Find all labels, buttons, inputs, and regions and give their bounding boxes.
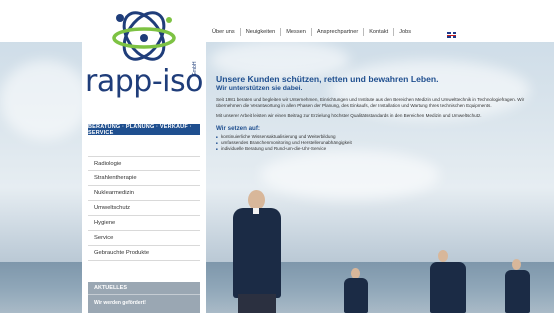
news-title: AKTUELLES <box>88 282 200 295</box>
nav-ueber-uns[interactable]: Über uns <box>208 28 241 36</box>
top-navigation: Über uns Neuigkeiten Messen Ansprechpart… <box>208 28 416 36</box>
list-item: individuelle Beratung und Rund-um-die-Uh… <box>216 146 536 152</box>
news-teaser[interactable]: Wir werden gefördert! <box>88 295 200 306</box>
left-panel: rapp-iso GmbH BERATUNG · PLANUNG · VERKA… <box>82 0 206 313</box>
intro-paragraph: Seit 1981 beraten und begleiten wir Unte… <box>216 97 525 108</box>
mission-paragraph: Mit unserer Arbeit leisten wir einen Bei… <box>216 113 482 118</box>
sidebar-item-gebrauchte-produkte[interactable]: Gebrauchte Produkte <box>88 246 200 261</box>
cloud <box>0 60 90 140</box>
sidebar-menu: Radiologie Strahlentherapie Nuklearmediz… <box>88 156 200 261</box>
page-headline: Unsere Kunden schützen, retten und bewah… <box>216 74 439 84</box>
focus-list: kontinuierliche Wissensaktualisierung un… <box>216 134 536 152</box>
sidebar-item-service[interactable]: Service <box>88 231 200 246</box>
atom-logo-icon <box>112 11 176 61</box>
sidebar-item-hygiene[interactable]: Hygiene <box>88 216 200 231</box>
logo-gmbh: GmbH <box>192 61 198 76</box>
sidebar-item-strahlentherapie[interactable]: Strahlentherapie <box>88 171 200 186</box>
nav-kontakt[interactable]: Kontakt <box>364 28 395 36</box>
company-logo[interactable]: rapp-iso GmbH <box>82 6 206 102</box>
uk-flag-icon[interactable] <box>447 32 456 38</box>
nav-jobs[interactable]: Jobs <box>394 28 416 36</box>
main-content: Unsere Kunden schützen, retten und bewah… <box>216 74 536 152</box>
sidebar-item-nuklearmedizin[interactable]: Nuklearmedizin <box>88 186 200 201</box>
sidebar-item-umweltschutz[interactable]: Umweltschutz <box>88 201 200 216</box>
logo-wordmark: rapp-iso <box>85 64 203 99</box>
claim-bar: BERATUNG · PLANUNG · VERKAUF · SERVICE <box>88 124 200 136</box>
sidebar-item-radiologie[interactable]: Radiologie <box>88 156 200 171</box>
page-subheadline: Wir unterstützen sie dabei. <box>216 85 303 92</box>
news-box[interactable]: AKTUELLES Wir werden gefördert! <box>88 282 200 313</box>
nav-neuigkeiten[interactable]: Neuigkeiten <box>241 28 282 36</box>
nav-ansprechpartner[interactable]: Ansprechpartner <box>312 28 365 36</box>
nav-messen[interactable]: Messen <box>281 28 312 36</box>
focus-title: Wir setzen auf: <box>216 125 260 132</box>
cloud <box>260 150 440 200</box>
